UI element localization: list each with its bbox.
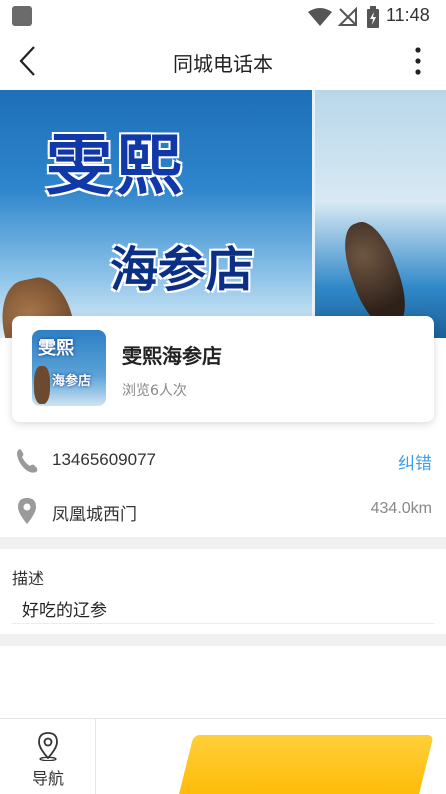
report-error-link[interactable]: 纠错: [398, 449, 432, 474]
phone-number[interactable]: 13465609077: [52, 450, 156, 470]
location-pin-icon: [18, 498, 36, 524]
more-menu-button[interactable]: [412, 44, 424, 78]
thumb-logo-text: 雯熙: [38, 338, 74, 359]
thumb-sea-cucumber: [34, 366, 50, 404]
shop-view-count: 浏览6人次: [122, 383, 187, 399]
call-button[interactable]: [97, 719, 446, 794]
app-header: 同城电话本: [0, 32, 446, 90]
bottom-action-bar: 导航: [0, 718, 446, 794]
description-text: 好吃的辽参: [22, 601, 107, 621]
app-notification-icon: [12, 6, 32, 26]
section-divider: [0, 537, 446, 549]
distance-label: 434.0km: [370, 500, 432, 517]
status-time: 11:48: [386, 5, 430, 25]
shop-address: 凤凰城西门: [52, 505, 137, 525]
banner-logo-subtext: 海参店: [110, 242, 255, 298]
banner-logo-text: 雯熙: [46, 127, 186, 204]
status-bar: 11:48: [0, 0, 446, 32]
wifi-icon: [308, 8, 332, 26]
description-label: 描述: [12, 569, 45, 588]
shop-card: 雯熙 海参店 雯熙海参店 浏览6人次: [12, 316, 434, 422]
thumb-logo-subtext: 海参店: [52, 374, 92, 389]
description-divider: [12, 623, 434, 624]
address-row[interactable]: 凤凰城西门 434.0km: [0, 486, 446, 536]
navigation-pin-icon: [38, 732, 58, 761]
banner-right-panel: [314, 90, 446, 338]
navigate-label: 导航: [31, 769, 64, 788]
phone-row[interactable]: 13465609077 纠错: [0, 436, 446, 486]
section-divider: [0, 634, 446, 646]
more-vertical-icon: [415, 47, 421, 75]
shop-name: 雯熙海参店: [122, 344, 222, 368]
shop-thumbnail[interactable]: 雯熙 海参店: [32, 330, 106, 406]
page-title: 同城电话本: [173, 52, 273, 76]
call-button-background: [176, 735, 434, 794]
navigate-button[interactable]: 导航: [0, 719, 96, 794]
no-signal-icon: [338, 7, 357, 26]
shop-banner-image: 雯熙 海参店: [0, 90, 446, 338]
phone-icon: [17, 449, 38, 473]
battery-charging-icon: [367, 6, 379, 28]
banner-divider: [312, 90, 315, 338]
